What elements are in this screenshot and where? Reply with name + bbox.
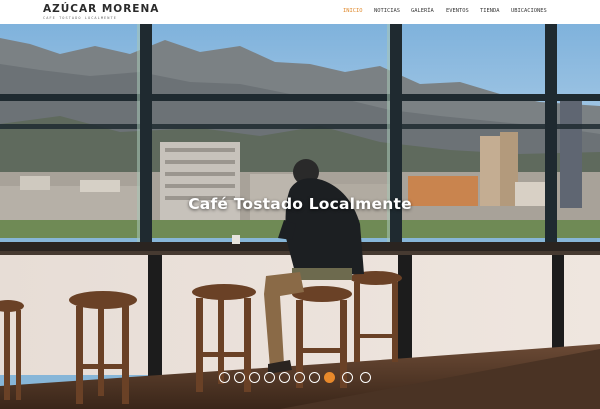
slide-dot-5[interactable] [279,372,290,383]
site-header: AZÚCAR MORENA CAFE TOSTADO LOCALMENTE IN… [0,0,600,24]
slide-dot-7[interactable] [309,372,320,383]
slide-dot-10[interactable] [360,372,371,383]
logo-title: AZÚCAR MORENA [43,3,160,15]
logo[interactable]: AZÚCAR MORENA CAFE TOSTADO LOCALMENTE [43,4,159,21]
nav-item-ubicaciones[interactable]: UBICACIONES [511,7,547,15]
logo-tagline: CAFE TOSTADO LOCALMENTE [43,16,117,20]
nav-item-eventos[interactable]: EVENTOS [446,7,469,15]
hero-slider: Café Tostado Localmente [0,24,600,409]
slide-dot-2[interactable] [234,372,245,383]
nav-item-inicio[interactable]: INICIO [343,7,362,15]
nav-item-tienda[interactable]: TIENDA [480,7,499,15]
slide-dot-1[interactable] [219,372,230,383]
nav-item-galeria[interactable]: GALERÍA [411,7,434,15]
hero-caption: Café Tostado Localmente [188,195,412,213]
slide-dot-6[interactable] [294,372,305,383]
slide-dot-4[interactable] [264,372,275,383]
slide-dot-3[interactable] [249,372,260,383]
hero-image [0,24,600,409]
slide-dot-9[interactable] [342,372,353,383]
slide-dot-8[interactable] [324,372,335,383]
nav-item-noticias[interactable]: NOTICIAS [374,7,400,15]
